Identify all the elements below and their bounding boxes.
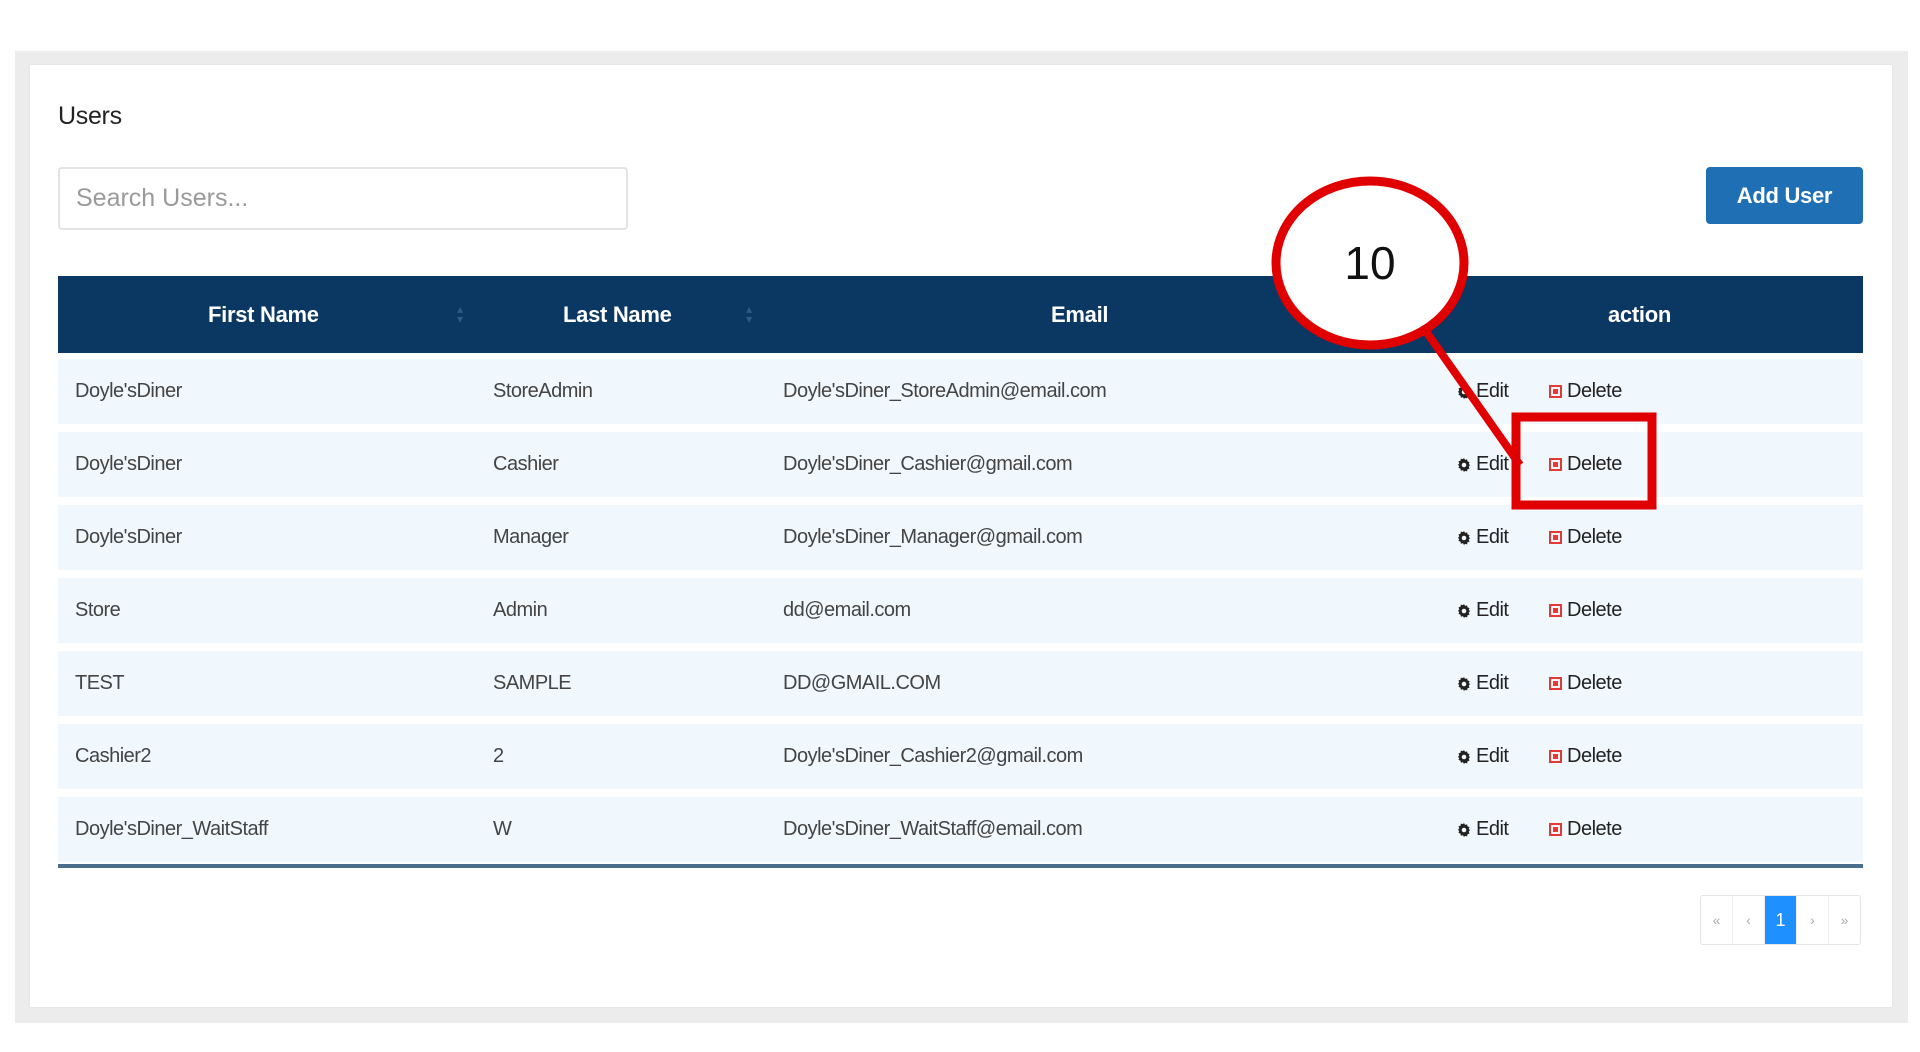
- page-1-button[interactable]: 1: [1765, 896, 1797, 944]
- edit-label: Edit: [1476, 453, 1509, 475]
- cell-last-name: 2: [493, 745, 504, 767]
- delete-button[interactable]: Delete: [1549, 797, 1622, 862]
- delete-button[interactable]: Delete: [1549, 578, 1622, 643]
- callout-number: 10: [1344, 237, 1396, 289]
- delete-icon: [1549, 385, 1562, 398]
- delete-button[interactable]: Delete: [1549, 724, 1622, 789]
- column-header-email: Email: [1051, 302, 1109, 327]
- edit-button[interactable]: Edit: [1457, 432, 1509, 497]
- delete-button[interactable]: Delete: [1549, 432, 1622, 497]
- cell-email: Doyle'sDiner_Manager@gmail.com: [783, 526, 1083, 548]
- table-row: Cashier2 2 Doyle'sDiner_Cashier2@gmail.com…: [58, 724, 1863, 789]
- pagination: « ‹ 1 › »: [1700, 895, 1861, 945]
- column-header-action: action: [1608, 302, 1671, 327]
- edit-label: Edit: [1476, 599, 1509, 621]
- table-row: Doyle'sDiner Manager Doyle'sDiner_Manager@…: [58, 505, 1863, 570]
- delete-icon: [1549, 604, 1562, 617]
- edit-button[interactable]: Edit: [1457, 724, 1509, 789]
- table-row: Store Admin dd@email.com Edit Delete: [58, 578, 1863, 643]
- cell-email: Doyle'sDiner_StoreAdmin@email.com: [783, 380, 1107, 402]
- edit-button[interactable]: Edit: [1457, 578, 1509, 643]
- add-user-button[interactable]: Add User: [1706, 167, 1863, 224]
- delete-label: Delete: [1567, 672, 1622, 694]
- delete-icon: [1549, 750, 1562, 763]
- edit-button[interactable]: Edit: [1457, 651, 1509, 716]
- table-row: Doyle'sDiner_WaitStaff W Doyle'sDiner_Wait…: [58, 797, 1863, 862]
- gear-icon: [1457, 676, 1471, 691]
- cell-first-name: Doyle'sDiner_WaitStaff: [75, 818, 268, 840]
- edit-label: Edit: [1476, 526, 1509, 548]
- gear-icon: [1457, 603, 1471, 618]
- table-bottom-border: [58, 864, 1863, 868]
- table-row: Doyle'sDiner StoreAdmin Doyle'sDiner_Store…: [58, 359, 1863, 424]
- cell-last-name: SAMPLE: [493, 672, 572, 694]
- cell-first-name: Store: [75, 599, 121, 621]
- cell-first-name: TEST: [75, 672, 125, 694]
- cell-first-name: Doyle'sDiner: [75, 380, 182, 402]
- page-title: Users: [58, 102, 122, 130]
- delete-button[interactable]: Delete: [1549, 651, 1622, 716]
- delete-icon: [1549, 458, 1562, 471]
- edit-label: Edit: [1476, 818, 1509, 840]
- cell-first-name: Doyle'sDiner: [75, 526, 182, 548]
- cell-email: Doyle'sDiner_WaitStaff@email.com: [783, 818, 1083, 840]
- sort-icon[interactable]: ▴ ▾: [744, 303, 754, 325]
- gear-icon: [1457, 749, 1471, 764]
- delete-label: Delete: [1567, 526, 1622, 548]
- last-page-button[interactable]: »: [1829, 896, 1860, 944]
- table-body: Doyle'sDiner StoreAdmin Doyle'sDiner_Store…: [58, 359, 1863, 862]
- edit-button[interactable]: Edit: [1457, 359, 1509, 424]
- users-table: First Name ▴ ▾ Last Name ▴ ▾ Email action …: [58, 276, 1863, 868]
- cell-last-name: StoreAdmin: [493, 380, 593, 402]
- delete-icon: [1549, 823, 1562, 836]
- delete-label: Delete: [1567, 453, 1622, 475]
- edit-label: Edit: [1476, 380, 1509, 402]
- delete-label: Delete: [1567, 380, 1622, 402]
- gear-icon: [1457, 384, 1471, 399]
- delete-button[interactable]: Delete: [1549, 359, 1622, 424]
- next-page-button[interactable]: ›: [1797, 896, 1829, 944]
- gear-icon: [1457, 457, 1471, 472]
- delete-button[interactable]: Delete: [1549, 505, 1622, 570]
- cell-email: Doyle'sDiner_Cashier2@gmail.com: [783, 745, 1083, 767]
- delete-label: Delete: [1567, 599, 1622, 621]
- search-input[interactable]: [58, 167, 628, 230]
- delete-label: Delete: [1567, 745, 1622, 767]
- prev-page-button[interactable]: ‹: [1733, 896, 1765, 944]
- cell-last-name: Manager: [493, 526, 569, 548]
- delete-icon: [1549, 531, 1562, 544]
- cell-email: DD@GMAIL.COM: [783, 672, 941, 694]
- edit-label: Edit: [1476, 672, 1509, 694]
- cell-first-name: Cashier2: [75, 745, 152, 767]
- table-header: First Name ▴ ▾ Last Name ▴ ▾ Email action: [58, 276, 1863, 353]
- edit-label: Edit: [1476, 745, 1509, 767]
- gear-icon: [1457, 530, 1471, 545]
- edit-button[interactable]: Edit: [1457, 505, 1509, 570]
- sort-icon[interactable]: ▴ ▾: [455, 303, 465, 325]
- edit-button[interactable]: Edit: [1457, 797, 1509, 862]
- cell-last-name: Admin: [493, 599, 548, 621]
- cell-last-name: Cashier: [493, 453, 559, 475]
- table-row: TEST SAMPLE DD@GMAIL.COM Edit Delete: [58, 651, 1863, 716]
- gear-icon: [1457, 822, 1471, 837]
- column-header-first-name[interactable]: First Name: [208, 276, 319, 353]
- first-page-button[interactable]: «: [1701, 896, 1733, 944]
- delete-icon: [1549, 677, 1562, 690]
- column-header-last-name[interactable]: Last Name: [563, 276, 672, 353]
- cell-email: Doyle'sDiner_Cashier@gmail.com: [783, 453, 1073, 475]
- cell-email: dd@email.com: [783, 599, 911, 621]
- delete-label: Delete: [1567, 818, 1622, 840]
- table-row: Doyle'sDiner Cashier Doyle'sDiner_Cashier@…: [58, 432, 1863, 497]
- cell-last-name: W: [493, 818, 512, 840]
- cell-first-name: Doyle'sDiner: [75, 453, 182, 475]
